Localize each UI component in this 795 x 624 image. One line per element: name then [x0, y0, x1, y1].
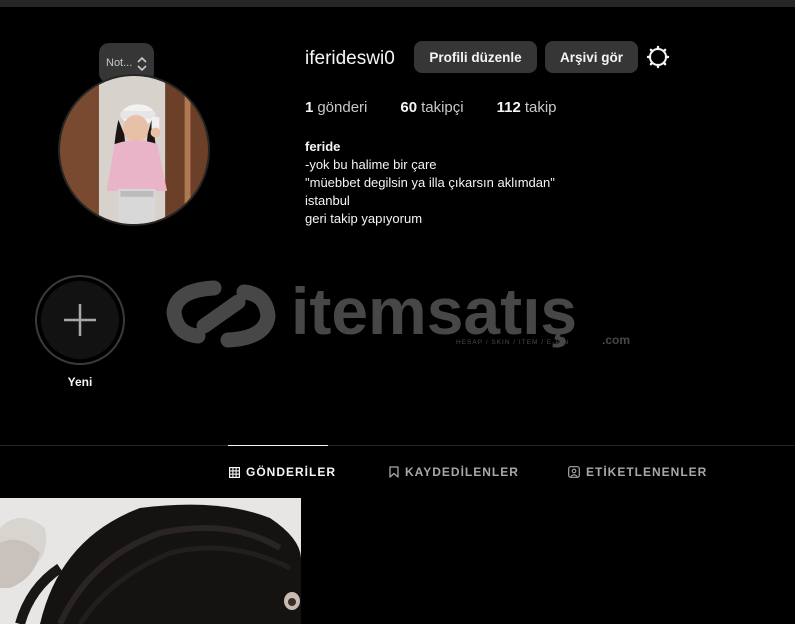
profile-stats: 1 gönderi 60 takipçi 112 takip: [305, 99, 590, 116]
posts-stat: 1 gönderi: [305, 99, 367, 116]
bio: feride -yok bu halime bir çare "müebbet …: [305, 138, 555, 228]
posts-count: 1: [305, 99, 314, 116]
active-tab-indicator: [228, 445, 328, 446]
following-count: 112: [496, 99, 521, 116]
top-bar: [0, 0, 795, 7]
edit-profile-button[interactable]: Profili düzenle: [414, 41, 537, 73]
view-archive-button[interactable]: Arşivi gör: [545, 41, 638, 73]
plus-icon: [64, 304, 96, 336]
following-label: takip: [524, 99, 557, 116]
tab-posts[interactable]: GÖNDERİLER: [229, 465, 336, 479]
new-highlight-button[interactable]: [35, 275, 125, 365]
settings-gear-icon[interactable]: [646, 45, 670, 69]
post-thumbnail[interactable]: [0, 498, 301, 624]
watermark-brand: itemsatış: [291, 276, 577, 348]
bio-line: geri takip yapıyorum: [305, 211, 423, 226]
tabs-divider: [0, 445, 795, 446]
watermark-suffix: .com: [602, 333, 630, 347]
bio-name: feride: [305, 139, 341, 154]
posts-label: gönderi: [317, 99, 368, 116]
avatar-image: [60, 76, 208, 224]
tab-saved[interactable]: KAYDEDİLENLER: [389, 465, 519, 479]
tab-saved-label: KAYDEDİLENLER: [405, 465, 519, 479]
bio-line: -yok bu halime bir çare: [305, 157, 437, 172]
username: iferideswi0: [305, 48, 395, 69]
tab-tagged-label: ETİKETLENENLER: [586, 465, 708, 479]
tag-person-icon: [568, 466, 580, 478]
grid-icon: [229, 466, 240, 478]
bio-line: "müebbet degilsin ya illa çıkarsın aklım…: [305, 175, 555, 190]
following-stat[interactable]: 112 takip: [497, 99, 557, 116]
followers-label: takipçi: [421, 99, 464, 116]
note-text: Not...: [106, 57, 133, 69]
bookmark-icon: [389, 466, 399, 478]
watermark-tagline: HESAP / SKIN / ITEM / E-PIN: [456, 339, 569, 346]
tab-tagged[interactable]: ETİKETLENENLER: [568, 465, 707, 479]
followers-stat[interactable]: 60 takipçi: [400, 99, 463, 116]
new-highlight-inner: [41, 281, 119, 359]
followers-count: 60: [400, 99, 418, 116]
new-highlight-label: Yeni: [67, 375, 93, 389]
post-image: [0, 498, 301, 624]
watermark-logo: itemsatış HESAP / SKIN / ITEM / E-PIN .c…: [166, 276, 630, 348]
tab-posts-label: GÖNDERİLER: [246, 465, 337, 479]
avatar[interactable]: [58, 74, 210, 226]
note-expand-icon: [137, 56, 147, 72]
bio-line: istanbul: [305, 193, 350, 208]
